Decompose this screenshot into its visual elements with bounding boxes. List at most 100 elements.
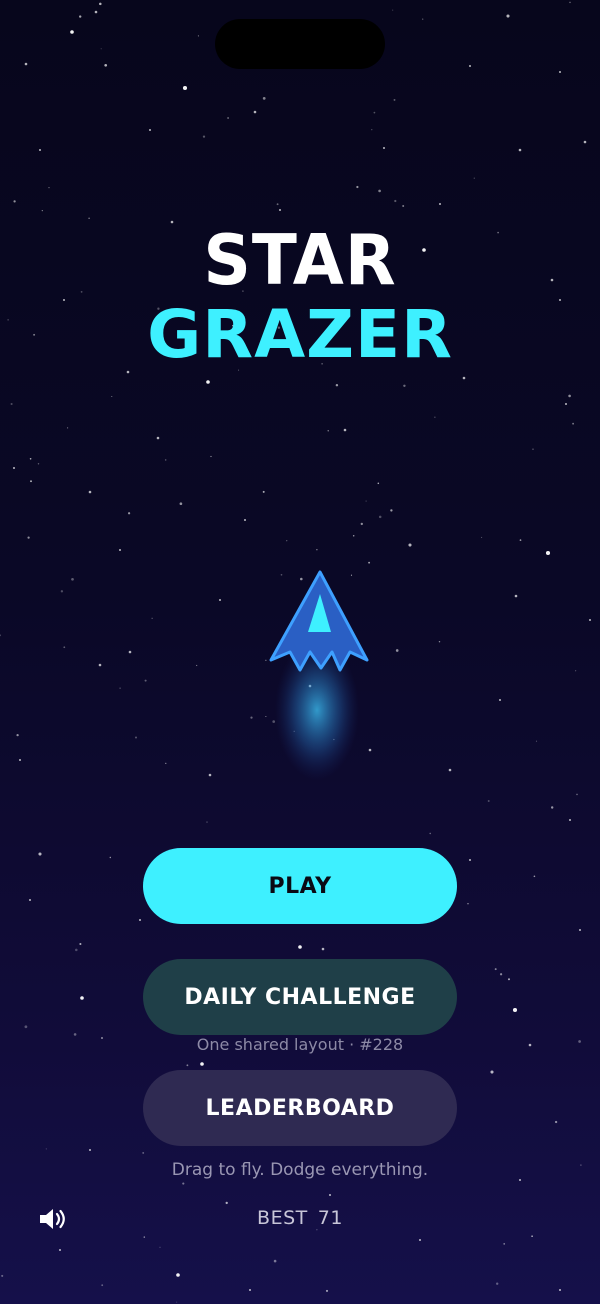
star <box>176 1273 180 1277</box>
play-button[interactable]: PLAY <box>143 848 457 924</box>
star <box>356 185 359 189</box>
star <box>438 202 442 206</box>
spaceship-icon <box>269 570 369 780</box>
star <box>568 394 571 398</box>
star <box>41 210 43 212</box>
star <box>104 63 108 67</box>
star <box>151 617 153 619</box>
daily-challenge-label: DAILY CHALLENGE <box>184 984 416 1010</box>
star <box>321 947 325 951</box>
star <box>360 522 363 526</box>
star <box>88 1148 92 1152</box>
star <box>134 736 138 739</box>
star <box>225 1201 228 1205</box>
star <box>462 376 466 380</box>
star <box>373 111 376 114</box>
star <box>98 663 102 667</box>
star <box>45 1148 47 1150</box>
star <box>422 18 424 20</box>
star <box>519 539 522 541</box>
star <box>127 512 131 515</box>
star <box>395 649 399 652</box>
star <box>0 634 2 637</box>
star <box>558 1288 562 1292</box>
leaderboard-button[interactable]: LEADERBOARD <box>143 1070 457 1146</box>
star <box>328 1193 332 1197</box>
star <box>473 177 475 179</box>
star <box>28 898 32 902</box>
star <box>487 800 490 802</box>
star <box>159 1246 161 1248</box>
star <box>512 1007 518 1013</box>
star <box>352 534 355 537</box>
star <box>67 427 69 429</box>
star <box>128 650 132 654</box>
star <box>403 384 406 388</box>
star <box>218 598 222 602</box>
star <box>418 1238 422 1242</box>
star <box>16 733 19 737</box>
best-score-label: BEST <box>257 1207 308 1229</box>
star <box>58 1248 62 1252</box>
star <box>176 1301 178 1303</box>
leaderboard-label: LEADERBOARD <box>205 1095 395 1121</box>
star <box>535 740 538 742</box>
star <box>327 430 329 432</box>
star <box>273 1259 277 1263</box>
star <box>572 422 574 425</box>
star <box>37 463 40 465</box>
star <box>253 110 257 114</box>
star <box>75 948 78 952</box>
star <box>164 459 167 461</box>
star <box>545 550 551 556</box>
star <box>196 664 198 667</box>
star <box>143 1236 146 1238</box>
star <box>378 515 382 519</box>
star <box>335 383 339 387</box>
controls-hint: Drag to fly. Dodge everything. <box>171 1160 429 1180</box>
star <box>371 129 373 131</box>
star <box>63 646 66 649</box>
star <box>506 14 510 18</box>
star <box>88 217 90 220</box>
star <box>558 70 562 74</box>
star <box>514 594 518 598</box>
star <box>276 203 279 206</box>
game-menu-screen: STAR GRAZER PLAY DAILY CHALLENGE One sha… <box>0 0 600 1304</box>
star <box>138 918 142 922</box>
star <box>182 85 188 91</box>
daily-challenge-button[interactable]: DAILY CHALLENGE <box>143 959 457 1035</box>
star <box>24 1025 28 1029</box>
star <box>468 858 472 862</box>
star <box>588 618 592 622</box>
star <box>578 928 582 932</box>
star <box>390 509 393 512</box>
star <box>27 536 30 539</box>
star <box>12 466 16 470</box>
star <box>564 402 568 406</box>
star <box>394 199 397 203</box>
star <box>170 220 174 224</box>
star <box>558 298 562 302</box>
star <box>286 540 288 542</box>
star <box>13 200 16 203</box>
star <box>498 698 502 702</box>
star <box>481 536 483 538</box>
star <box>576 793 578 796</box>
star <box>569 1 571 4</box>
star <box>518 148 522 152</box>
star <box>298 945 302 949</box>
star <box>206 380 210 384</box>
star <box>197 35 199 37</box>
star <box>165 762 167 765</box>
star <box>365 500 367 502</box>
star <box>71 577 74 581</box>
star <box>18 758 22 762</box>
game-title-line2: GRAZER <box>147 296 453 373</box>
star <box>583 140 587 144</box>
star <box>343 428 347 432</box>
star <box>434 416 436 418</box>
star <box>1 1274 4 1277</box>
star <box>144 679 147 682</box>
daily-challenge-caption: One shared layout · #228 <box>196 1035 404 1054</box>
